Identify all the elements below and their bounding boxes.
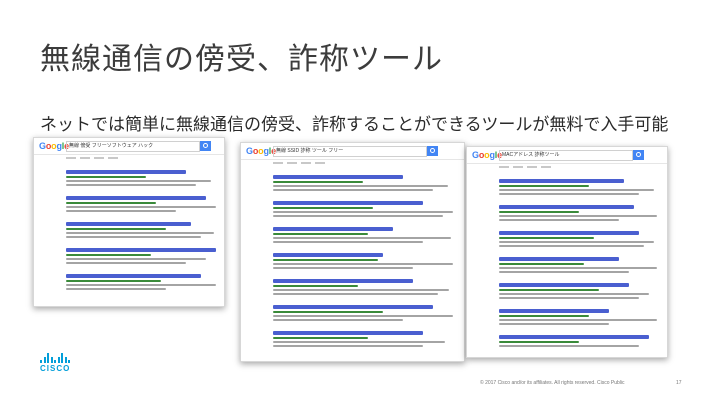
list-item[interactable] (273, 279, 460, 295)
search-tabs (34, 155, 224, 162)
results-list (499, 171, 663, 353)
list-item[interactable] (273, 331, 460, 347)
page-number: 17 (676, 380, 682, 386)
google-logo: Google (472, 150, 502, 160)
list-item[interactable] (273, 227, 460, 243)
list-item[interactable] (66, 248, 220, 264)
search-icon[interactable] (633, 150, 644, 160)
slide-title: 無線通信の傍受、詐称ツール (40, 43, 443, 76)
list-item[interactable] (273, 305, 460, 321)
list-item[interactable] (499, 231, 663, 247)
search-screenshot-1: Google 無線 傍受 フリーソフトウェア ハック (33, 137, 225, 307)
list-item[interactable] (499, 205, 663, 221)
list-item[interactable] (499, 257, 663, 273)
search-header: Google MACアドレス 詐称ツール (467, 147, 667, 164)
list-item[interactable] (499, 335, 663, 347)
search-screenshot-3: Google MACアドレス 詐称ツール (466, 146, 668, 358)
cisco-bars-icon (40, 352, 70, 363)
list-item[interactable] (499, 283, 663, 299)
list-item[interactable] (66, 170, 220, 186)
search-header: Google 無線 傍受 フリーソフトウェア ハック (34, 138, 224, 155)
search-input[interactable]: 無線 傍受 フリーソフトウェア ハック (66, 141, 200, 152)
search-icon[interactable] (200, 141, 211, 151)
list-item[interactable] (499, 179, 663, 195)
slide-subtitle: ネットでは簡単に無線通信の傍受、詐称することができるツールが無料で入手可能 (40, 115, 669, 134)
search-tabs (241, 160, 464, 167)
footer-copyright: © 2017 Cisco and/or its affiliates. All … (480, 380, 625, 386)
google-logo: Google (246, 146, 276, 156)
search-icon[interactable] (427, 146, 438, 156)
search-screenshot-2: Google 無線 SSID 詐称 ツール フリー (240, 142, 465, 362)
list-item[interactable] (66, 196, 220, 212)
search-tabs (467, 164, 667, 171)
list-item[interactable] (66, 274, 220, 290)
cisco-wordmark: CISCO (40, 364, 71, 373)
list-item[interactable] (273, 253, 460, 269)
search-input[interactable]: 無線 SSID 詐称 ツール フリー (273, 146, 427, 157)
google-logo: Google (39, 141, 69, 151)
list-item[interactable] (273, 175, 460, 191)
search-header: Google 無線 SSID 詐称 ツール フリー (241, 143, 464, 160)
list-item[interactable] (273, 201, 460, 217)
search-input[interactable]: MACアドレス 詐称ツール (499, 150, 633, 161)
results-list (66, 162, 220, 302)
cisco-logo: CISCO (40, 352, 70, 373)
list-item[interactable] (66, 222, 220, 238)
results-list (273, 167, 460, 357)
list-item[interactable] (499, 309, 663, 325)
